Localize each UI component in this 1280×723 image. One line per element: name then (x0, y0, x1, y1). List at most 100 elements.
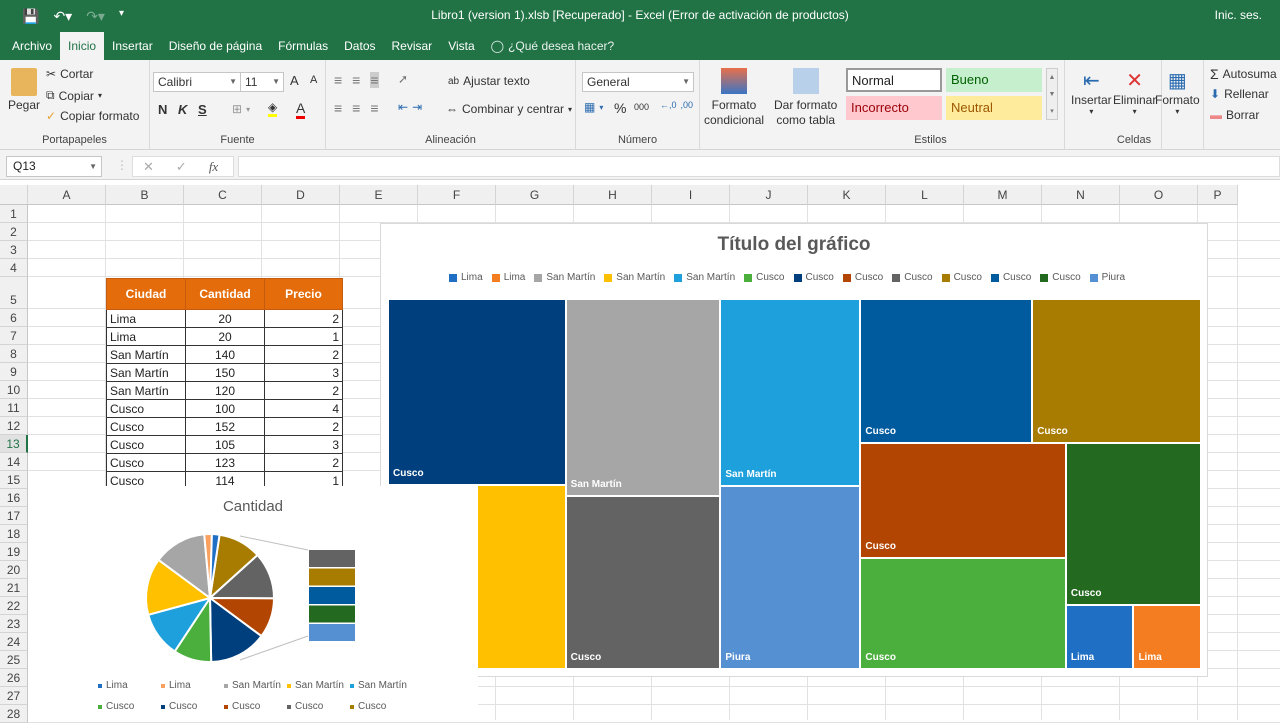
cell-price[interactable]: 3 (264, 435, 343, 454)
clear-button[interactable]: ▬ Borrar (1210, 108, 1259, 122)
fill-color-button[interactable]: ◈ (268, 100, 278, 117)
legend-item[interactable]: San Martín (224, 680, 286, 691)
style-good[interactable]: Bueno (946, 68, 1042, 92)
cell-city[interactable]: San Martín (106, 363, 186, 382)
fill-button[interactable]: ⬇ Rellenar (1210, 87, 1269, 101)
tab-revisar[interactable]: Revisar (384, 32, 441, 60)
tab-archivo[interactable]: Archivo (4, 32, 60, 60)
legend-item[interactable]: San Martín (287, 680, 349, 691)
treemap-tile[interactable]: Lima (1133, 604, 1201, 669)
vertical-align-buttons[interactable]: ≡ ≡ ≡ (334, 72, 379, 88)
font-color-button[interactable]: A (296, 100, 306, 119)
row-header-3[interactable]: 3 (0, 241, 28, 259)
row-header-27[interactable]: 27 (0, 687, 28, 705)
header-city[interactable]: Ciudad (106, 278, 186, 310)
currency-button[interactable]: ▦ ▾ (584, 100, 603, 114)
percent-button[interactable]: % (614, 100, 626, 116)
italic-button[interactable]: K (178, 102, 187, 117)
treemap-tile[interactable]: Cusco (388, 299, 566, 486)
secondary-bar-segment[interactable] (309, 568, 355, 586)
row-header-22[interactable]: 22 (0, 597, 28, 615)
shrink-font-button[interactable]: A (310, 74, 317, 86)
tab-insertar[interactable]: Insertar (104, 32, 161, 60)
row-header-13[interactable]: 13 (0, 435, 28, 453)
treemap-tile[interactable]: Piura (720, 485, 861, 669)
cell-city[interactable]: Lima (106, 327, 186, 346)
legend-item[interactable]: Lima (161, 680, 223, 691)
style-bad[interactable]: Incorrecto (846, 96, 942, 120)
legend-item[interactable]: Piura (1089, 272, 1125, 283)
secondary-bar-segment[interactable] (309, 605, 355, 623)
cell-quantity[interactable]: 120 (185, 381, 265, 400)
legend-item[interactable]: San Martín (604, 272, 665, 283)
cell-quantity[interactable]: 123 (185, 453, 265, 472)
cell-price[interactable]: 2 (264, 381, 343, 400)
format-cells-button[interactable]: ▦ Formato ▾ (1155, 68, 1200, 116)
decimal-buttons[interactable]: ←,0,00 (660, 100, 693, 110)
row-header-21[interactable]: 21 (0, 579, 28, 597)
column-header-A[interactable]: A (28, 185, 106, 205)
legend-item[interactable]: Lima (449, 272, 483, 283)
chart-title[interactable]: Título del gráfico (381, 234, 1207, 256)
insert-cells-button[interactable]: ⇤ Insertar ▾ (1071, 68, 1112, 116)
style-neutral[interactable]: Neutral (946, 96, 1042, 120)
legend-item[interactable]: Cusco (941, 272, 982, 283)
insert-function-icon[interactable]: fx (209, 159, 218, 175)
chart-legend[interactable]: Lima Lima San Martín San Martín San Martín Cu… (98, 680, 418, 712)
treemap-tile[interactable]: Cusco (860, 557, 1066, 669)
cell-quantity[interactable]: 140 (185, 345, 265, 364)
cell-quantity[interactable]: 20 (185, 327, 265, 346)
legend-item[interactable]: Cusco (98, 701, 160, 712)
legend-item[interactable]: Lima (491, 272, 525, 283)
row-header-9[interactable]: 9 (0, 363, 28, 381)
treemap-tile[interactable]: Cusco (1032, 299, 1201, 444)
treemap-tile[interactable]: San Martín (565, 299, 721, 496)
legend-item[interactable]: San Martín (534, 272, 595, 283)
font-size-select[interactable]: 11 ▼ (240, 72, 284, 92)
secondary-bar-segment[interactable] (309, 624, 355, 641)
treemap-tile[interactable]: Lima (1065, 604, 1134, 669)
thousands-button[interactable]: 000 (634, 102, 649, 112)
tab-f-rmulas[interactable]: Fórmulas (270, 32, 336, 60)
tab-dise-o-de-p-gina[interactable]: Diseño de página (161, 32, 270, 60)
legend-item[interactable]: Cusco (161, 701, 223, 712)
treemap-tile[interactable]: Cusco (1065, 443, 1201, 605)
enter-icon[interactable]: ✓ (176, 159, 187, 175)
row-header-4[interactable]: 4 (0, 259, 28, 277)
sign-in-link[interactable]: Inic. ses. (1215, 8, 1262, 22)
legend-item[interactable]: Cusco (744, 272, 785, 283)
column-header-O[interactable]: O (1120, 185, 1198, 205)
row-header-28[interactable]: 28 (0, 705, 28, 723)
column-header-I[interactable]: I (652, 185, 730, 205)
row-header-10[interactable]: 10 (0, 381, 28, 399)
tab-datos[interactable]: Datos (336, 32, 383, 60)
legend-item[interactable]: Cusco (892, 272, 933, 283)
row-header-26[interactable]: 26 (0, 669, 28, 687)
legend-item[interactable]: Cusco (990, 272, 1031, 283)
column-header-E[interactable]: E (340, 185, 418, 205)
legend-item[interactable]: Lima (98, 680, 160, 691)
cell-price[interactable]: 2 (264, 345, 343, 364)
cell-city[interactable]: Cusco (106, 453, 186, 472)
row-header-11[interactable]: 11 (0, 399, 28, 417)
delete-cells-button[interactable]: ✕ Eliminar ▾ (1113, 68, 1156, 116)
formula-input[interactable] (238, 156, 1280, 177)
row-header-23[interactable]: 23 (0, 615, 28, 633)
cell-city[interactable]: San Martín (106, 381, 186, 400)
conditional-format-button[interactable]: Formato condicional (704, 68, 764, 128)
row-header-1[interactable]: 1 (0, 205, 28, 223)
column-header-L[interactable]: L (886, 185, 964, 205)
cell-quantity[interactable]: 20 (185, 309, 265, 328)
cell-quantity[interactable]: 152 (185, 417, 265, 436)
font-name-select[interactable]: Calibri ▼ (153, 72, 241, 92)
underline-button[interactable]: S (198, 102, 207, 117)
legend-item[interactable]: Cusco (224, 701, 286, 712)
row-header-25[interactable]: 25 (0, 651, 28, 669)
name-box[interactable]: Q13 ▼ (6, 156, 102, 177)
row-header-24[interactable]: 24 (0, 633, 28, 651)
cell-city[interactable]: Cusco (106, 435, 186, 454)
treemap-tile[interactable]: San Martín (720, 299, 861, 486)
styles-scroll[interactable]: ▲ ▼ ▾ (1046, 68, 1058, 120)
column-header-F[interactable]: F (418, 185, 496, 205)
chart-legend[interactable]: Lima Lima San Martín San Martín San Martín Cu… (449, 272, 1209, 283)
